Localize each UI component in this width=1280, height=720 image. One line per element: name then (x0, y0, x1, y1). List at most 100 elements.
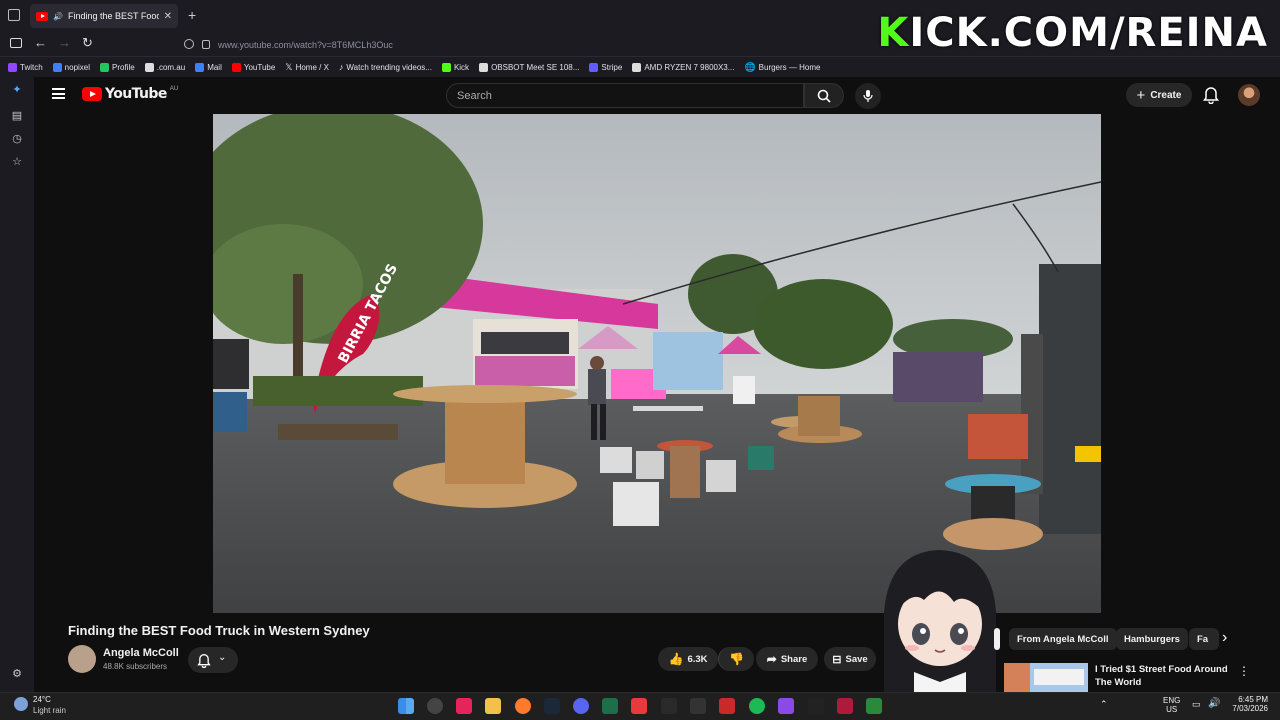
shield-icon[interactable] (184, 39, 194, 49)
channel-name[interactable]: Angela McColl (103, 647, 179, 659)
microphone-icon (863, 90, 873, 102)
app-green-icon[interactable] (866, 698, 882, 714)
reload-icon[interactable]: ↻ (82, 35, 93, 51)
new-tab-icon[interactable]: + (188, 7, 196, 23)
excel-app-icon[interactable] (602, 698, 618, 714)
youtube-logo-text: YouTube (105, 86, 167, 102)
share-icon: ➦ (766, 652, 777, 666)
app-purple-icon[interactable] (778, 698, 794, 714)
bookmark-kick[interactable]: Kick (441, 62, 469, 72)
thumbs-down-icon: 👎 (729, 652, 744, 666)
spotify-app-icon[interactable] (749, 698, 765, 714)
channel-avatar[interactable] (68, 645, 96, 673)
video-title: Finding the BEST Food Truck in Western S… (68, 623, 370, 638)
tab-title: Finding the BEST Food Truck (67, 11, 159, 21)
epic-games-icon[interactable] (690, 698, 706, 714)
chevron-down-icon: ⌄ (218, 652, 227, 663)
firefox-app-icon[interactable] (515, 698, 531, 714)
chip-hamburgers[interactable]: Hamburgers (1116, 628, 1188, 650)
app-red-icon[interactable] (631, 698, 647, 714)
browser-sidebar: ✦ ▤ ◷ ☆ ⚙ (0, 77, 34, 692)
save-button[interactable]: ⊟ Save (824, 647, 876, 671)
overlay-main: ICK.COM/REINA (909, 10, 1268, 56)
more-options-icon[interactable]: ⋮ (1238, 664, 1250, 678)
discord-app-icon[interactable] (573, 698, 589, 714)
chip-next-arrow-icon[interactable]: › (1222, 629, 1227, 647)
windows-taskbar: 24°C Light rain ⌃ ENG US ▭ 🔊 6:45 PM 7/03/… (0, 692, 1280, 720)
notifications-bell-icon[interactable] (1203, 86, 1219, 105)
voice-search-button[interactable] (855, 83, 881, 109)
search-icon (817, 89, 831, 103)
chip-from-channel[interactable]: From Angela McColl (1009, 628, 1117, 650)
bookmark-amd[interactable]: AMD RYZEN 7 9800X3... (632, 62, 734, 72)
ai-chat-icon[interactable]: ✦ (10, 83, 24, 97)
bookmark-com-au[interactable]: .com.au (144, 62, 185, 72)
chrome-app-icon[interactable] (427, 698, 443, 714)
windows-start-icon[interactable] (398, 698, 414, 714)
search-button[interactable] (804, 83, 844, 108)
network-icon[interactable]: ▭ (1192, 699, 1201, 710)
bookmark-mail[interactable]: Mail (195, 62, 222, 72)
search-input[interactable]: Search (446, 83, 804, 108)
clock-icon[interactable]: ◷ (10, 132, 24, 146)
steam-app-icon[interactable] (544, 698, 560, 714)
video-player[interactable]: BIRRIA TACOS (213, 114, 1101, 613)
tiktok-app-icon[interactable] (456, 698, 472, 714)
youtube-page: YouTube AU Search + Create BIRRIA TACOS … (34, 77, 1280, 692)
recommended-title[interactable]: I Tried $1 Street Food Around The World (1095, 663, 1235, 689)
like-button[interactable]: 👍 6.3K (658, 647, 718, 671)
bookmark-stripe[interactable]: Stripe (589, 62, 622, 72)
weather-desc[interactable]: Light rain (33, 706, 66, 715)
tray-chevron-up-icon[interactable]: ⌃ (1100, 699, 1108, 710)
volume-icon[interactable]: 🔊 (1208, 698, 1220, 709)
bookmark-obsbot[interactable]: OBSBOT Meet SE 108... (479, 62, 579, 72)
chip-more[interactable]: Fa (1189, 628, 1219, 650)
capcut-app-icon[interactable] (808, 698, 824, 714)
bookmark-burgers[interactable]: 🌐 Burgers — Home (744, 62, 820, 73)
bookmark-nopixel[interactable]: nopixel (52, 62, 90, 72)
tab-list-icon[interactable] (8, 9, 20, 21)
create-button[interactable]: + Create (1126, 83, 1192, 107)
video-frame: BIRRIA TACOS (213, 114, 1101, 613)
app-triangle-icon[interactable] (719, 698, 735, 714)
app-a-icon[interactable] (837, 698, 853, 714)
speaker-icon[interactable]: 🔊 (53, 12, 63, 21)
weather-icon[interactable] (14, 697, 28, 711)
youtube-logo[interactable]: YouTube AU (82, 86, 178, 102)
plus-icon: + (1136, 86, 1146, 104)
browser-tab-active[interactable]: 🔊 Finding the BEST Food Truck ✕ (30, 4, 178, 28)
bookmark-x[interactable]: 𝕏 Home / X (285, 62, 329, 73)
bookmark-profile[interactable]: Profile (100, 62, 135, 72)
overlay-prefix: K (877, 10, 910, 56)
share-button[interactable]: ➦ Share (756, 647, 818, 671)
stream-overlay-text: KICK.COM/REINA (877, 10, 1268, 56)
language-indicator[interactable]: ENG US (1163, 696, 1180, 714)
history-icon[interactable]: ▤ (10, 109, 24, 123)
bookmark-twitch[interactable]: Twitch (8, 62, 43, 72)
save-bookmark-icon: ⊟ (832, 653, 842, 666)
back-icon[interactable]: ← (34, 35, 47, 50)
weather-temp[interactable]: 24°C (33, 695, 51, 704)
youtube-logo-icon (82, 87, 102, 101)
chip-all[interactable] (994, 628, 1000, 650)
clock[interactable]: 6:45 PM 7/03/2026 (1228, 695, 1268, 713)
subscribed-bell-button[interactable]: ⌄ (188, 647, 238, 673)
menu-hamburger-icon[interactable] (52, 88, 65, 99)
lock-icon[interactable] (202, 40, 210, 49)
file-explorer-icon[interactable] (485, 698, 501, 714)
recommended-thumbnail[interactable] (1004, 663, 1088, 692)
app-g-icon[interactable] (661, 698, 677, 714)
subscriber-count: 48.8K subscribers (103, 662, 168, 671)
bookmark-youtube[interactable]: YouTube (231, 62, 275, 72)
account-avatar[interactable] (1238, 84, 1260, 106)
settings-gear-icon[interactable]: ⚙ (10, 667, 24, 681)
bookmarks-bar: Twitch nopixel Profile .com.au Mail YouT… (0, 57, 1280, 77)
bookmark-star-icon[interactable]: ☆ (10, 155, 24, 169)
bookmark-tiktok[interactable]: ♪ Watch trending videos... (339, 62, 432, 72)
tab-close-icon[interactable]: ✕ (164, 11, 172, 22)
forward-icon[interactable]: → (58, 35, 71, 50)
bell-icon (197, 654, 211, 668)
sidebar-toggle-icon[interactable] (10, 38, 22, 48)
url-field[interactable]: www.youtube.com/watch?v=8T6MCLh3Ouc (178, 35, 918, 55)
dislike-button[interactable]: 👎 (718, 647, 754, 671)
